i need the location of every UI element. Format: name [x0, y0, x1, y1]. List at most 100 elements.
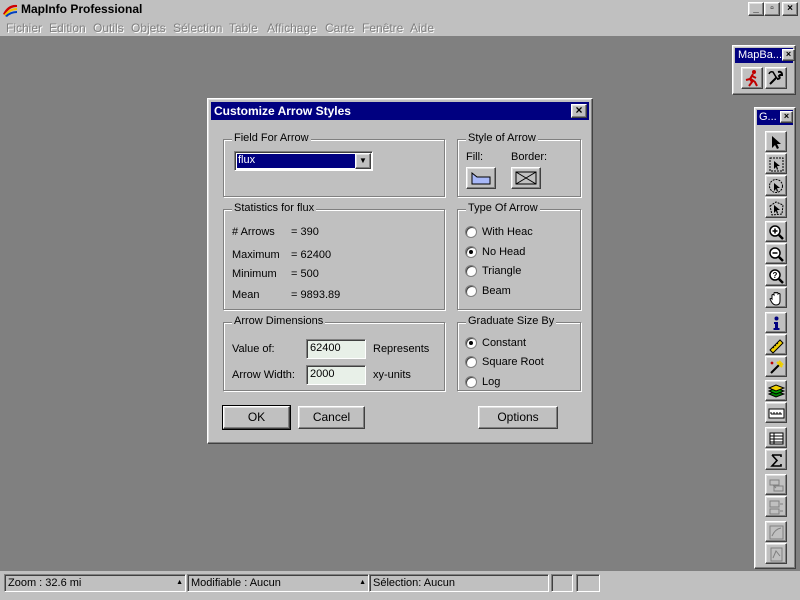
info-icon	[773, 316, 780, 330]
field-for-arrow-group: Field For Arrow flux ▼	[223, 132, 445, 197]
mapbasic-toolbar-close-button[interactable]: ×	[782, 49, 795, 61]
layer-control-icon	[768, 384, 785, 398]
radio-no-head-label[interactable]: No Head	[482, 246, 525, 258]
layout-window-button[interactable]	[765, 543, 787, 564]
polygon-select-button[interactable]	[765, 197, 787, 218]
ruler-icon	[769, 339, 784, 354]
arrow-dimensions-group: Arrow Dimensions Value of: 62400 Represe…	[223, 315, 445, 391]
general-toolbar: G... × ?	[754, 107, 796, 569]
zoom-in-icon	[769, 225, 784, 240]
stat-name: Mean	[232, 289, 260, 301]
stat-name: Minimum	[232, 268, 277, 280]
value-of-label: Value of:	[232, 343, 275, 355]
restore-button[interactable]: ▫	[764, 2, 780, 16]
stat-value: = 500	[291, 268, 319, 280]
zoom-out-button[interactable]	[765, 243, 787, 264]
radio-beam-label[interactable]: Beam	[482, 285, 511, 297]
type-of-arrow-group: Type Of Arrow With Heac No Head Triangle…	[457, 202, 581, 310]
info-tool-button[interactable]	[765, 312, 787, 333]
menu-table[interactable]: Table	[229, 21, 258, 35]
menu-edition[interactable]: Edition	[49, 21, 86, 35]
stat-name: # Arrows	[232, 226, 275, 238]
legend-icon	[769, 500, 783, 515]
scale-bar-icon	[768, 408, 785, 419]
zoom-status[interactable]: Zoom : 32.6 mi ▲	[4, 574, 186, 592]
represents-label: Represents	[373, 343, 430, 355]
map-window-icon	[769, 525, 784, 540]
menu-fichier[interactable]: Fichier	[6, 21, 42, 35]
status-bar: Zoom : 32.6 mi ▲ Modifiable : Aucun ▲ Séle…	[0, 571, 800, 600]
legend-button[interactable]	[765, 496, 787, 517]
menu-outils[interactable]: Outils	[93, 21, 124, 35]
radius-select-button[interactable]	[765, 175, 787, 196]
border-style-button[interactable]	[511, 167, 541, 189]
map-window-button[interactable]	[765, 521, 787, 542]
run-program-button[interactable]	[741, 67, 763, 89]
radio-with-head-label[interactable]: With Heac	[482, 226, 533, 238]
menu-aide[interactable]: Aide	[410, 21, 434, 35]
radio-beam[interactable]	[465, 285, 477, 297]
style-of-arrow-label: Style of Arrow	[466, 132, 538, 144]
close-button[interactable]: ×	[782, 2, 798, 16]
no-border-icon	[515, 171, 537, 185]
layer-control-button[interactable]	[765, 380, 787, 401]
label-tool-button[interactable]	[765, 356, 787, 377]
pointer-arrow-icon	[772, 136, 781, 149]
field-select[interactable]: flux ▼	[234, 151, 373, 171]
ok-button[interactable]: OK	[222, 405, 291, 430]
statistics-group: Statistics for flux # Arrows = 390 Maxim…	[223, 202, 445, 310]
general-toolbar-close-button[interactable]: ×	[780, 111, 793, 123]
field-for-arrow-label: Field For Arrow	[232, 132, 311, 144]
statistics-label: Statistics for flux	[232, 202, 317, 214]
radio-square-root[interactable]	[465, 356, 477, 368]
sigma-icon	[770, 454, 782, 467]
stat-value: = 62400	[291, 249, 332, 261]
change-view-button[interactable]: ?	[765, 265, 787, 286]
fill-label: Fill:	[466, 151, 484, 163]
scale-bar-button[interactable]	[765, 402, 787, 423]
cancel-button[interactable]: Cancel	[298, 406, 365, 429]
fill-style-button[interactable]	[466, 167, 496, 189]
value-of-input[interactable]: 62400	[306, 339, 366, 359]
xy-units-label: xy-units	[373, 369, 411, 381]
menu-objets[interactable]: Objets	[131, 21, 166, 35]
radio-no-head[interactable]	[465, 246, 477, 258]
dialog-close-button[interactable]: ×	[571, 104, 587, 118]
change-view-icon: ?	[769, 269, 784, 284]
minimize-button[interactable]: _	[748, 2, 764, 16]
select-tool-button[interactable]	[765, 131, 787, 152]
radio-constant-label[interactable]: Constant	[482, 337, 526, 349]
stat-name: Maximum	[232, 249, 280, 261]
arrow-width-input[interactable]: 2000	[306, 365, 366, 385]
statistics-button[interactable]	[765, 449, 787, 470]
graduate-size-label: Graduate Size By	[466, 315, 557, 327]
radio-triangle[interactable]	[465, 265, 477, 277]
tool-manager-button[interactable]	[765, 67, 787, 89]
editable-status[interactable]: Modifiable : Aucun ▲	[187, 574, 369, 592]
menu-bar: Fichier Edition Outils Objets Sélection …	[0, 19, 800, 37]
browser-button[interactable]	[765, 427, 787, 448]
radio-log-label[interactable]: Log	[482, 376, 500, 388]
zoom-in-button[interactable]	[765, 221, 787, 242]
menu-selection[interactable]: Sélection	[173, 21, 222, 35]
grabber-button[interactable]	[765, 287, 787, 308]
hotlink-button[interactable]	[765, 474, 787, 495]
options-button[interactable]: Options	[478, 406, 558, 429]
arrow-width-label: Arrow Width:	[232, 369, 295, 381]
menu-carte[interactable]: Carte	[325, 21, 354, 35]
style-of-arrow-group: Style of Arrow Fill: Border:	[457, 132, 581, 197]
radio-triangle-label[interactable]: Triangle	[482, 265, 521, 277]
dialog-title: Customize Arrow Styles	[214, 104, 351, 118]
arrow-dimensions-label: Arrow Dimensions	[232, 315, 326, 327]
browser-table-icon	[769, 432, 784, 445]
marquee-select-button[interactable]	[765, 153, 787, 174]
ruler-button[interactable]	[765, 334, 787, 355]
radio-constant[interactable]	[465, 337, 477, 349]
radio-with-head[interactable]	[465, 226, 477, 238]
radio-log[interactable]	[465, 376, 477, 388]
dropdown-arrow-icon[interactable]: ▼	[355, 153, 371, 169]
menu-fenetre[interactable]: Fenêtre	[362, 21, 403, 35]
running-man-icon	[745, 70, 758, 87]
menu-affichage[interactable]: Affichage	[267, 21, 317, 35]
radio-square-root-label[interactable]: Square Root	[482, 356, 544, 368]
